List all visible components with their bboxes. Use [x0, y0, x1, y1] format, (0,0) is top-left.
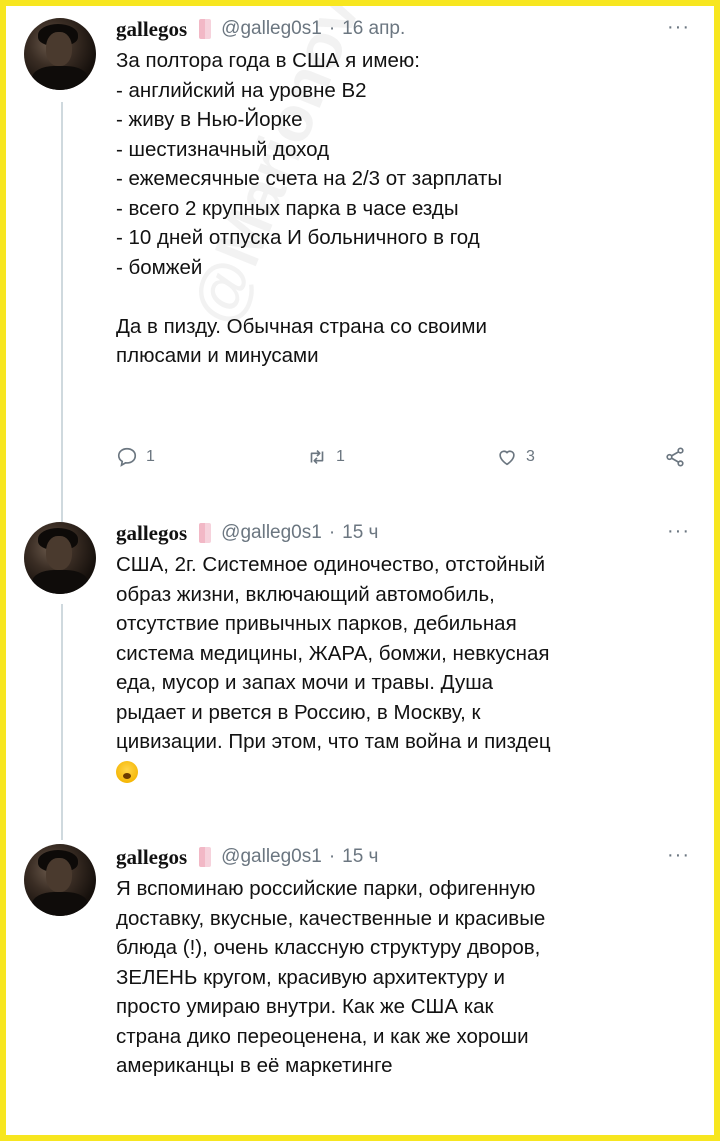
tweet-line: За полтора года в США я имею: [116, 49, 420, 72]
tweet-line: ЗЕЛЕНЬ кругом, красивую архитектуру и [116, 965, 505, 989]
heart-icon [499, 450, 515, 466]
tweet-line: Я вспоминаю российские парки, офигенную [116, 877, 536, 900]
tweet-line: доставку, вкусные, качественные и красив… [116, 906, 546, 930]
screenshot-frame: @MarionovaliazBratka gallegos @galleg0s1… [6, 6, 714, 1135]
tweet-line: американцы в её маркетинге [116, 1054, 393, 1077]
tweet: gallegos @galleg0s1 · 15 ч ··· США, 2г. … [116, 518, 696, 791]
tweet-line: - 10 дней отпуска И больничного в год [116, 226, 480, 249]
tweet: gallegos @galleg0s1 · 16 апр. ··· За пол… [116, 14, 696, 371]
tweet-line: блюда (!), очень классную структуру двор… [116, 936, 541, 959]
retweet-icon [310, 449, 324, 465]
tweet: gallegos @galleg0s1 · 15 ч ··· Я вспомин… [116, 842, 696, 1081]
tweet-line [116, 757, 696, 792]
tweet-line: - английский на уровне B2 [116, 78, 367, 102]
author-handle[interactable]: @galleg0s1 [221, 522, 322, 544]
thread-line [61, 102, 63, 522]
more-options-icon[interactable]: ··· [667, 844, 690, 867]
retweet-count: 1 [336, 448, 345, 465]
tweet-header: gallegos @galleg0s1 · 16 апр. ··· [116, 14, 696, 44]
tweet-line: просто умираю внутри. Как же США как [116, 995, 494, 1018]
avatar[interactable] [24, 844, 96, 916]
tweet-header: gallegos @galleg0s1 · 15 ч ··· [116, 842, 696, 872]
author-handle[interactable]: @galleg0s1 [221, 18, 322, 40]
tweet-line: - ежемесячные счета на 2/3 от зарплаты [116, 167, 503, 190]
tweet-line: система медицины, ЖАРА, бомжи, невкусная [116, 641, 550, 665]
share-icon [666, 447, 684, 467]
reply-button[interactable]: 1 [116, 446, 155, 468]
thread-line [61, 604, 63, 840]
share-button[interactable] [664, 446, 686, 468]
tweet-line: образ жизни, включающий автомобиль, [116, 582, 495, 606]
tweet-text: За полтора года в США я имею: - английск… [116, 46, 696, 371]
tweet-line: еда, мусор и запах мочи и травы. Душа [116, 671, 494, 694]
author-name[interactable]: gallegos [116, 521, 187, 546]
like-button[interactable]: 3 [496, 446, 535, 468]
reply-count: 1 [146, 448, 155, 465]
tweet-header: gallegos @galleg0s1 · 15 ч ··· [116, 518, 696, 548]
retweet-button[interactable]: 1 [306, 446, 345, 468]
separator: · [328, 846, 336, 867]
more-options-icon[interactable]: ··· [667, 16, 690, 39]
tweet-line: цивизации. При этом, что там война и пиз… [116, 730, 551, 753]
reply-icon [117, 447, 137, 467]
trans-flag-icon [199, 19, 212, 39]
author-handle[interactable]: @galleg0s1 [221, 846, 322, 868]
tweet-actions: 1 1 3 [116, 446, 696, 476]
tweet-line: - шестизначный доход [116, 137, 330, 161]
tweet-line: - всего 2 крупных парка в часе езды [116, 196, 459, 220]
tweet-text: США, 2г. Системное одиночество, отстойны… [116, 550, 696, 791]
tweet-line: - живу в Нью-Йорке [116, 108, 303, 131]
separator: · [328, 18, 336, 39]
tweet-date[interactable]: 15 ч [342, 522, 378, 544]
like-count: 3 [526, 448, 535, 465]
tweet-line: страна дико переоценена, и как же хороши [116, 1024, 529, 1048]
trans-flag-icon [199, 847, 212, 867]
tweet-date[interactable]: 16 апр. [342, 18, 405, 40]
avatar[interactable] [24, 522, 96, 594]
tweet-line: рыдает и рвется в Россию, в Москву, к [116, 700, 481, 724]
more-options-icon[interactable]: ··· [667, 520, 690, 543]
author-name[interactable]: gallegos [116, 845, 187, 870]
tweet-line: - бомжей [116, 255, 203, 279]
empty-line [116, 282, 696, 312]
tweet-line: плюсами и минусами [116, 344, 319, 367]
trans-flag-icon [199, 523, 212, 543]
tweet-line: Да в пизду. Обычная страна со своими [116, 314, 487, 338]
tweet-line: отсутствие привычных парков, дебильная [116, 612, 517, 635]
crying-face-icon [116, 760, 138, 783]
separator: · [328, 522, 336, 543]
tweet-date[interactable]: 15 ч [342, 846, 378, 868]
tweet-text: Я вспоминаю российские парки, офигенную … [116, 874, 696, 1081]
author-name[interactable]: gallegos [116, 17, 187, 42]
tweet-line: США, 2г. Системное одиночество, отстойны… [116, 553, 546, 576]
avatar[interactable] [24, 18, 96, 90]
